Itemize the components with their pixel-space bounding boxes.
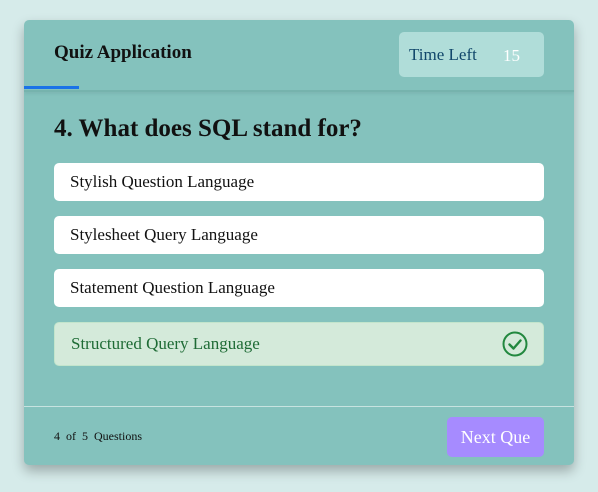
quiz-header: Quiz Application Time Left 15: [24, 20, 574, 92]
option-label: Stylish Question Language: [70, 172, 255, 191]
page-title: Quiz Application: [54, 42, 192, 63]
question-text: 4. What does SQL stand for?: [54, 115, 362, 142]
timer-label: Time Left: [409, 45, 477, 64]
timer-progress-line: [24, 86, 79, 89]
timer: Time Left 15: [399, 32, 544, 77]
quiz-box: Quiz Application Time Left 15 4. What do…: [24, 20, 574, 465]
option-4-correct[interactable]: Structured Query Language: [54, 322, 544, 366]
option-label: Stylesheet Query Language: [70, 225, 258, 244]
check-circle-icon: [502, 331, 528, 357]
option-3[interactable]: Statement Question Language: [54, 269, 544, 307]
option-label: Statement Question Language: [70, 278, 275, 297]
option-label: Structured Query Language: [71, 334, 260, 353]
option-2[interactable]: Stylesheet Query Language: [54, 216, 544, 254]
next-question-button[interactable]: Next Que: [447, 417, 544, 457]
option-1[interactable]: Stylish Question Language: [54, 163, 544, 201]
quiz-footer: 4 of 5 Questions Next Que: [24, 406, 574, 465]
question-progress-text: 4 of 5 Questions: [54, 429, 142, 443]
timer-seconds: 15: [503, 46, 520, 65]
